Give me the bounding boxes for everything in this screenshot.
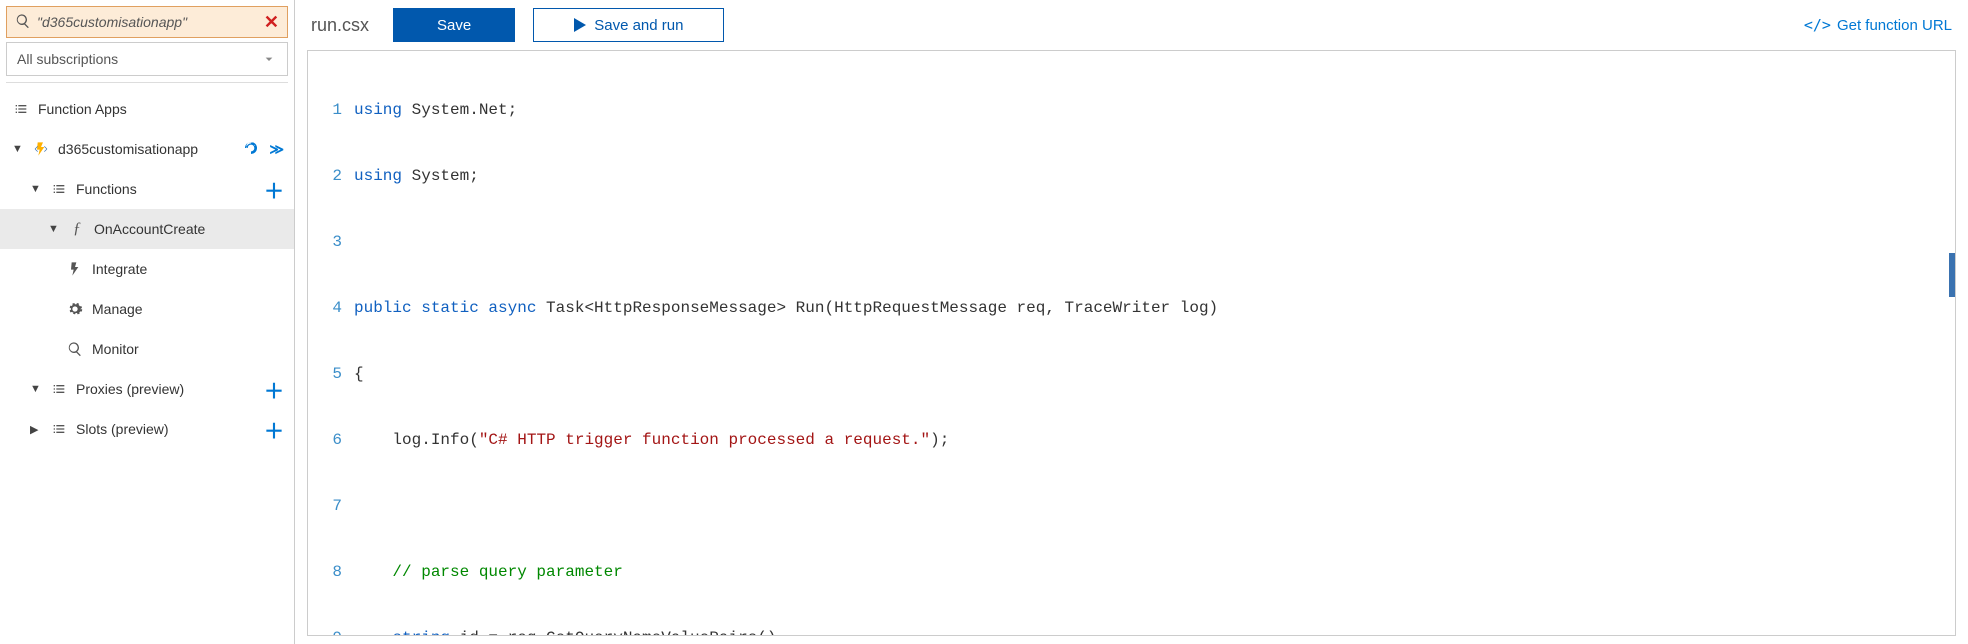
monitor-label: Monitor	[92, 341, 284, 357]
line-number: 1	[308, 99, 354, 121]
function-fx-icon: ƒ	[68, 220, 86, 238]
monitor-item[interactable]: Monitor	[0, 329, 294, 369]
search-input[interactable]: "d365customisationapp"	[37, 14, 258, 30]
save-and-run-label: Save and run	[594, 17, 683, 34]
function-apps-label: Function Apps	[38, 101, 284, 117]
list-icon	[50, 181, 68, 197]
sidebar-tree: Function Apps ▼ d365customisationapp ≫ ▼…	[0, 83, 294, 644]
line-number: 3	[308, 231, 354, 253]
caret-down-icon: ▼	[30, 183, 42, 195]
integrate-label: Integrate	[92, 261, 284, 277]
get-function-url-label: Get function URL	[1837, 17, 1952, 34]
editor-toolbar: run.csx Save Save and run </> Get functi…	[295, 0, 1968, 50]
play-icon	[574, 18, 586, 32]
function-apps-root[interactable]: Function Apps	[0, 89, 294, 129]
save-and-run-button[interactable]: Save and run	[533, 8, 724, 42]
line-number: 5	[308, 363, 354, 385]
function-item-label: OnAccountCreate	[94, 221, 284, 237]
list-icon	[12, 101, 30, 117]
search-box[interactable]: "d365customisationapp" ✕	[6, 6, 288, 38]
line-number: 9	[308, 627, 354, 636]
clear-search-icon[interactable]: ✕	[264, 12, 279, 33]
magnifier-icon	[66, 341, 84, 357]
chevron-down-icon	[261, 51, 277, 67]
app-node[interactable]: ▼ d365customisationapp ≫	[0, 129, 294, 169]
slots-label: Slots (preview)	[76, 421, 256, 437]
main-panel: run.csx Save Save and run </> Get functi…	[295, 0, 1968, 644]
line-number: 8	[308, 561, 354, 583]
gear-icon	[66, 301, 84, 317]
caret-right-icon: ▶	[30, 423, 42, 436]
app-name: d365customisationapp	[58, 141, 235, 157]
search-icon	[15, 13, 31, 32]
refresh-icon[interactable]	[243, 140, 259, 159]
line-number: 2	[308, 165, 354, 187]
filename-label: run.csx	[311, 15, 369, 36]
line-number: 4	[308, 297, 354, 319]
save-button[interactable]: Save	[393, 8, 515, 42]
list-icon	[50, 421, 68, 437]
functions-node[interactable]: ▼ Functions ＋	[0, 169, 294, 209]
add-function-icon[interactable]: ＋	[264, 175, 284, 204]
caret-down-icon: ▼	[48, 223, 60, 235]
code-tag-icon: </>	[1804, 16, 1831, 34]
line-number: 6	[308, 429, 354, 451]
slots-node[interactable]: ▶ Slots (preview) ＋	[0, 409, 294, 449]
subscriptions-label: All subscriptions	[17, 51, 118, 67]
caret-down-icon: ▼	[30, 383, 42, 395]
bolt-icon	[66, 261, 84, 277]
function-item-onaccountcreate[interactable]: ▼ ƒ OnAccountCreate	[0, 209, 294, 249]
get-function-url-link[interactable]: </> Get function URL	[1804, 16, 1952, 34]
functions-label: Functions	[76, 181, 256, 197]
integrate-item[interactable]: Integrate	[0, 249, 294, 289]
sidebar-panel: "d365customisationapp" ✕ All subscriptio…	[0, 0, 295, 644]
manage-item[interactable]: Manage	[0, 289, 294, 329]
add-slot-icon[interactable]: ＋	[264, 415, 284, 444]
add-proxy-icon[interactable]: ＋	[264, 375, 284, 404]
caret-down-icon: ▼	[12, 143, 24, 155]
function-app-bolt-icon	[32, 141, 50, 157]
proxies-label: Proxies (preview)	[76, 381, 256, 397]
chevron-double-right-icon[interactable]: ≫	[269, 141, 284, 158]
line-number: 7	[308, 495, 354, 517]
manage-label: Manage	[92, 301, 284, 317]
list-icon	[50, 381, 68, 397]
proxies-node[interactable]: ▼ Proxies (preview) ＋	[0, 369, 294, 409]
subscriptions-dropdown[interactable]: All subscriptions	[6, 42, 288, 76]
code-editor[interactable]: 1using System.Net; 2using System; 3 4pub…	[307, 50, 1956, 636]
